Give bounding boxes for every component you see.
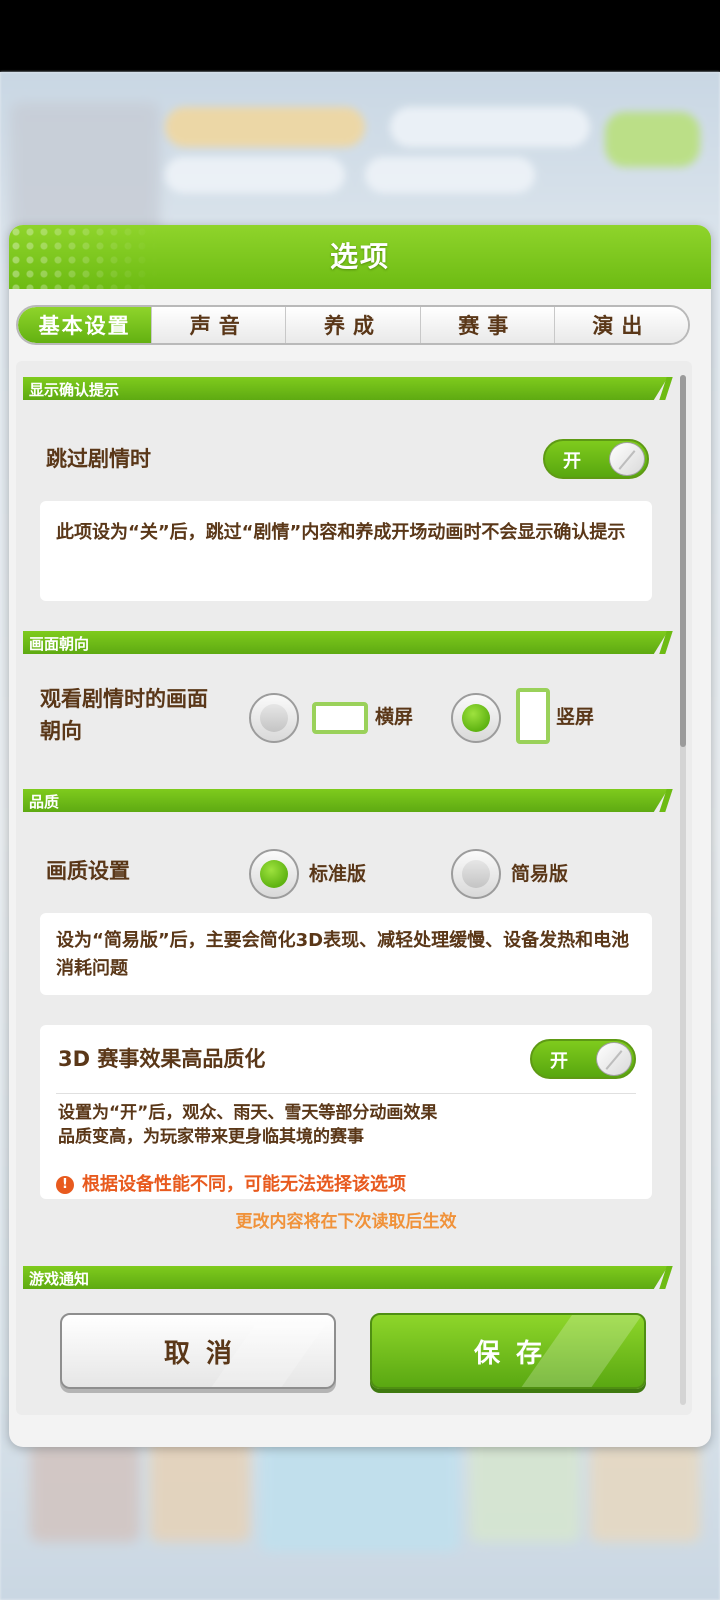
quality-simple-radio[interactable] xyxy=(451,849,501,899)
section-header-orientation: 画面朝向 xyxy=(23,631,668,654)
quality-info: 设为“简易版”后，主要会简化3D表现、减轻处理缓慢、设备发热和电池消耗问题 xyxy=(40,913,652,995)
section-header-confirm: 显示确认提示 xyxy=(23,377,668,400)
toggle-knob xyxy=(596,1042,632,1076)
tab-basic-settings[interactable]: 基本设置 xyxy=(18,307,152,343)
orientation-landscape-label: 横屏 xyxy=(375,706,414,728)
dialog-header: 选项 xyxy=(9,225,711,289)
background-blur xyxy=(150,1432,250,1542)
settings-content: 显示确认提示 跳过剧情时 开 此项设为“关”后，跳过“剧情”内容和养成开场动画时… xyxy=(16,361,692,1415)
orientation-portrait-label: 竖屏 xyxy=(556,706,595,728)
orientation-label: 观看剧情时的画面朝向 xyxy=(40,687,208,743)
background-blur xyxy=(165,107,365,147)
quality-label: 画质设置 xyxy=(46,859,130,883)
section-header-notification: 游戏通知 xyxy=(23,1266,668,1289)
orientation-portrait-radio[interactable] xyxy=(451,693,501,743)
skip-story-label: 跳过剧情时 xyxy=(46,447,151,471)
landscape-icon xyxy=(312,702,368,734)
cancel-button[interactable]: 取消 xyxy=(60,1313,336,1389)
dialog-title: 选项 xyxy=(329,240,390,273)
save-button[interactable]: 保存 xyxy=(370,1313,646,1389)
reload-notice: 更改内容将在下次读取后生效 xyxy=(235,1212,457,1232)
background-blur xyxy=(10,102,160,242)
race-3d-quality-desc: 设置为“开”后，观众、雨天、雪天等部分动画效果品质变高，为玩家带来更身临其境的赛… xyxy=(58,1103,438,1147)
scrollbar-thumb[interactable] xyxy=(680,375,686,747)
skip-story-info: 此项设为“关”后，跳过“剧情”内容和养成开场动画时不会显示确认提示 xyxy=(40,501,652,601)
background-blur xyxy=(30,1442,140,1542)
background-blur xyxy=(470,1432,580,1542)
toggle-knob xyxy=(609,442,645,476)
tab-race[interactable]: 赛事 xyxy=(419,307,554,343)
background-blur xyxy=(590,1442,700,1542)
settings-tabs: 基本设置 声音 养成 赛事 演出 xyxy=(16,305,690,345)
quality-simple-label: 简易版 xyxy=(511,863,569,885)
options-dialog: 选项 基本设置 声音 养成 赛事 演出 显示确认提示 跳过剧情时 开 此项设为“… xyxy=(9,225,711,1447)
background-blur xyxy=(365,157,535,193)
tab-performance[interactable]: 演出 xyxy=(553,307,688,343)
race-3d-quality-title: 3D 赛事效果高品质化 xyxy=(58,1047,266,1071)
quality-standard-label: 标准版 xyxy=(309,863,367,885)
race-3d-quality-warning: ! 根据设备性能不同，可能无法选择该选项 xyxy=(56,1173,406,1197)
portrait-icon xyxy=(516,688,550,744)
race-3d-quality-card: 3D 赛事效果高品质化 开 设置为“开”后，观众、雨天、雪天等部分动画效果品质变… xyxy=(40,1025,652,1199)
background-blur xyxy=(390,107,590,147)
card-divider xyxy=(56,1093,636,1094)
section-header-quality: 品质 xyxy=(23,789,668,812)
tab-sound[interactable]: 声音 xyxy=(151,307,286,343)
quality-standard-radio[interactable] xyxy=(249,849,299,899)
skip-story-toggle[interactable]: 开 xyxy=(543,439,649,479)
orientation-landscape-radio[interactable] xyxy=(249,693,299,743)
warning-icon: ! xyxy=(56,1176,74,1194)
tab-training[interactable]: 养成 xyxy=(285,307,420,343)
background-blur xyxy=(165,157,345,193)
background-blur xyxy=(605,112,700,167)
race-3d-quality-toggle[interactable]: 开 xyxy=(530,1039,636,1079)
status-bar xyxy=(0,0,720,72)
